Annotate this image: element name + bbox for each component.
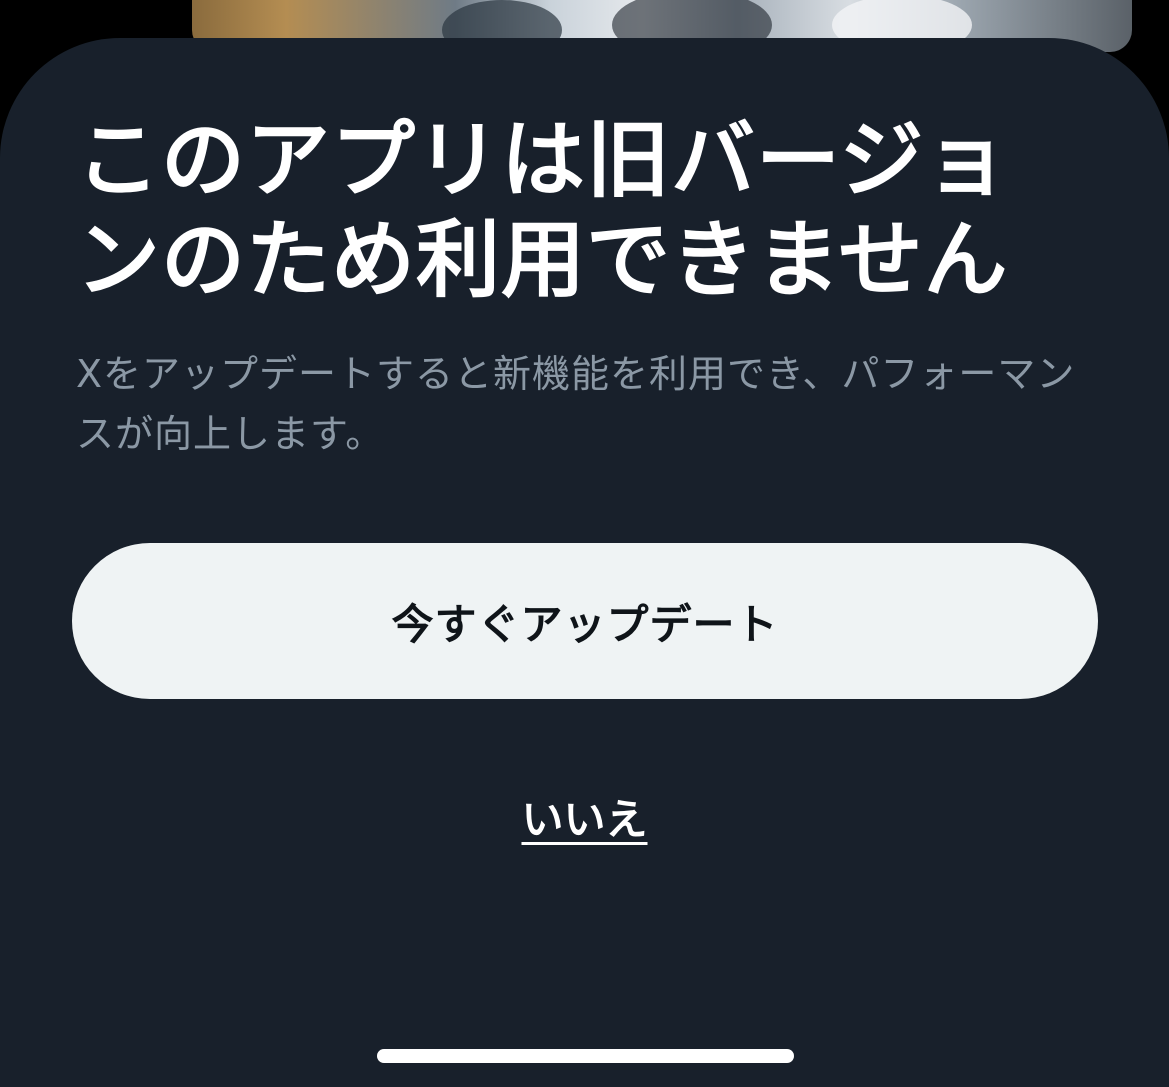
decline-link[interactable]: いいえ bbox=[0, 790, 1169, 850]
dialog-message: Xをアップデートすると新機能を利用でき、パフォーマンスが向上します。 bbox=[76, 352, 1076, 456]
dialog-title: このアプリは旧バージョンのため利用できません bbox=[76, 111, 1010, 309]
app-screen: このアプリは旧バージョンのため利用できません Xをアップデートすると新機能を利用… bbox=[0, 0, 1169, 1087]
home-indicator[interactable] bbox=[377, 1049, 794, 1063]
update-now-button[interactable]: 今すぐアップデート bbox=[72, 543, 1098, 699]
